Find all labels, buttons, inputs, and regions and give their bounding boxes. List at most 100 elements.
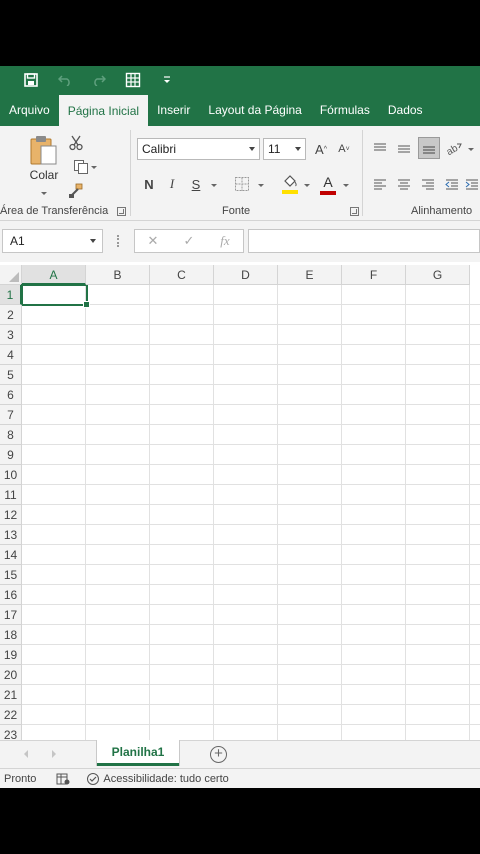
align-left-button[interactable] [370,174,390,194]
ribbon: Colar Área de Transferência Calibri 11 A… [0,126,480,221]
formula-bar-grip[interactable] [117,235,120,247]
save-icon[interactable] [14,66,48,94]
chevron-down-icon [91,166,97,169]
italic-button[interactable]: I [163,174,181,194]
insert-function-icon[interactable]: fx [207,233,243,249]
tab-arquivo[interactable]: Arquivo [0,94,59,126]
row-header-19[interactable]: 19 [0,645,22,665]
row-header-5[interactable]: 5 [0,365,22,385]
sheet-tab-planilha1[interactable]: Planilha1 [97,740,179,766]
row-header-20[interactable]: 20 [0,665,22,685]
column-header-b[interactable]: B [86,265,150,285]
name-box[interactable]: A1 [2,229,103,253]
align-bottom-button[interactable] [418,137,440,159]
row-header-17[interactable]: 17 [0,605,22,625]
align-center-button[interactable] [394,174,414,194]
sheet-tab-bar: Planilha1 + [0,740,480,768]
sheet-prev-icon[interactable] [24,750,28,758]
row-header-22[interactable]: 22 [0,705,22,725]
tab-dados[interactable]: Dados [379,94,432,126]
tab-formulas[interactable]: Fórmulas [311,94,379,126]
align-right-button[interactable] [418,174,438,194]
form-icon[interactable] [116,66,150,94]
row-header-14[interactable]: 14 [0,545,22,565]
tab-layout-da-pagina[interactable]: Layout da Página [199,94,310,126]
chevron-down-icon[interactable] [343,184,349,187]
chevron-down-icon [295,147,301,151]
underline-button[interactable]: S [187,174,205,194]
font-dialog-launcher[interactable] [350,207,359,216]
row-header-11[interactable]: 11 [0,485,22,505]
tab-inserir[interactable]: Inserir [148,94,199,126]
sheet-next-icon[interactable] [52,750,56,758]
accessibility-icon[interactable] [86,772,100,786]
formula-bar: A1 ✕ ✓ fx [0,221,480,262]
chevron-down-icon[interactable] [304,184,310,187]
column-header-a[interactable]: A [22,265,86,285]
align-center-icon [398,179,410,190]
fill-color-swatch [282,189,298,194]
row-header-1[interactable]: 1 [0,285,22,305]
bold-button[interactable]: N [140,174,158,194]
fill-color-button[interactable] [279,172,301,196]
row-header-10[interactable]: 10 [0,465,22,485]
row-header-12[interactable]: 12 [0,505,22,525]
group-separator [362,130,363,216]
increase-indent-button[interactable] [464,174,480,194]
clipboard-group-label: Área de Transferência [0,205,109,217]
row-header-7[interactable]: 7 [0,405,22,425]
row-header-3[interactable]: 3 [0,325,22,345]
chevron-down-icon[interactable] [211,184,217,187]
column-header-e[interactable]: E [278,265,342,285]
row-header-2[interactable]: 2 [0,305,22,325]
align-middle-button[interactable] [394,138,414,158]
decrease-font-size-button[interactable]: A ˅ [334,139,354,159]
cell-area[interactable] [22,285,480,740]
column-header-d[interactable]: D [214,265,278,285]
row-header-23[interactable]: 23 [0,725,22,740]
format-painter-button[interactable] [66,182,86,200]
paste-button[interactable]: Colar [26,134,62,196]
align-top-button[interactable] [370,138,390,158]
customize-icon[interactable] [150,66,184,94]
borders-button[interactable] [232,174,252,194]
font-color-button[interactable]: A [318,172,338,196]
font-size-select[interactable]: 11 [263,138,306,160]
row-header-4[interactable]: 4 [0,345,22,365]
row-header-15[interactable]: 15 [0,565,22,585]
column-header-g[interactable]: G [406,265,470,285]
undo-icon[interactable] [48,66,82,94]
column-header-f[interactable]: F [342,265,406,285]
enter-icon[interactable]: ✓ [171,233,207,249]
increase-font-size-button[interactable]: A ^ [311,139,331,159]
row-header-13[interactable]: 13 [0,525,22,545]
worksheet-grid[interactable]: A B C D E F G 1 2 3 4 5 6 7 8 9 10 11 12 13 14 15 16 17 18 19 20 21… [0,265,480,740]
clipboard-dialog-launcher[interactable] [117,207,126,216]
row-header-18[interactable]: 18 [0,625,22,645]
row-header-21[interactable]: 21 [0,685,22,705]
copy-button[interactable] [66,158,97,176]
active-cell-a1[interactable] [21,284,90,308]
cancel-icon[interactable]: ✕ [135,233,171,249]
chevron-down-icon[interactable] [258,184,264,187]
tab-pagina-inicial[interactable]: Página Inicial [58,95,149,126]
row-header-8[interactable]: 8 [0,425,22,445]
decrease-indent-button[interactable] [442,174,462,194]
formula-input[interactable] [248,229,480,253]
select-all-button[interactable] [0,265,22,285]
row-header-16[interactable]: 16 [0,585,22,605]
row-header-9[interactable]: 9 [0,445,22,465]
orientation-button[interactable]: ab [444,138,464,158]
cut-button[interactable] [66,134,86,152]
redo-icon[interactable] [82,66,116,94]
alignment-group-label: Alinhamento [411,205,473,217]
macro-record-icon[interactable] [56,773,70,785]
status-ready: Pronto [4,772,37,785]
add-sheet-icon[interactable]: + [210,746,227,763]
chevron-down-icon[interactable] [468,148,474,151]
accessibility-status[interactable]: Acessibilidade: tudo certo [103,773,228,785]
increase-indent-icon [465,179,478,190]
row-header-6[interactable]: 6 [0,385,22,405]
font-name-select[interactable]: Calibri [137,138,260,160]
column-header-c[interactable]: C [150,265,214,285]
